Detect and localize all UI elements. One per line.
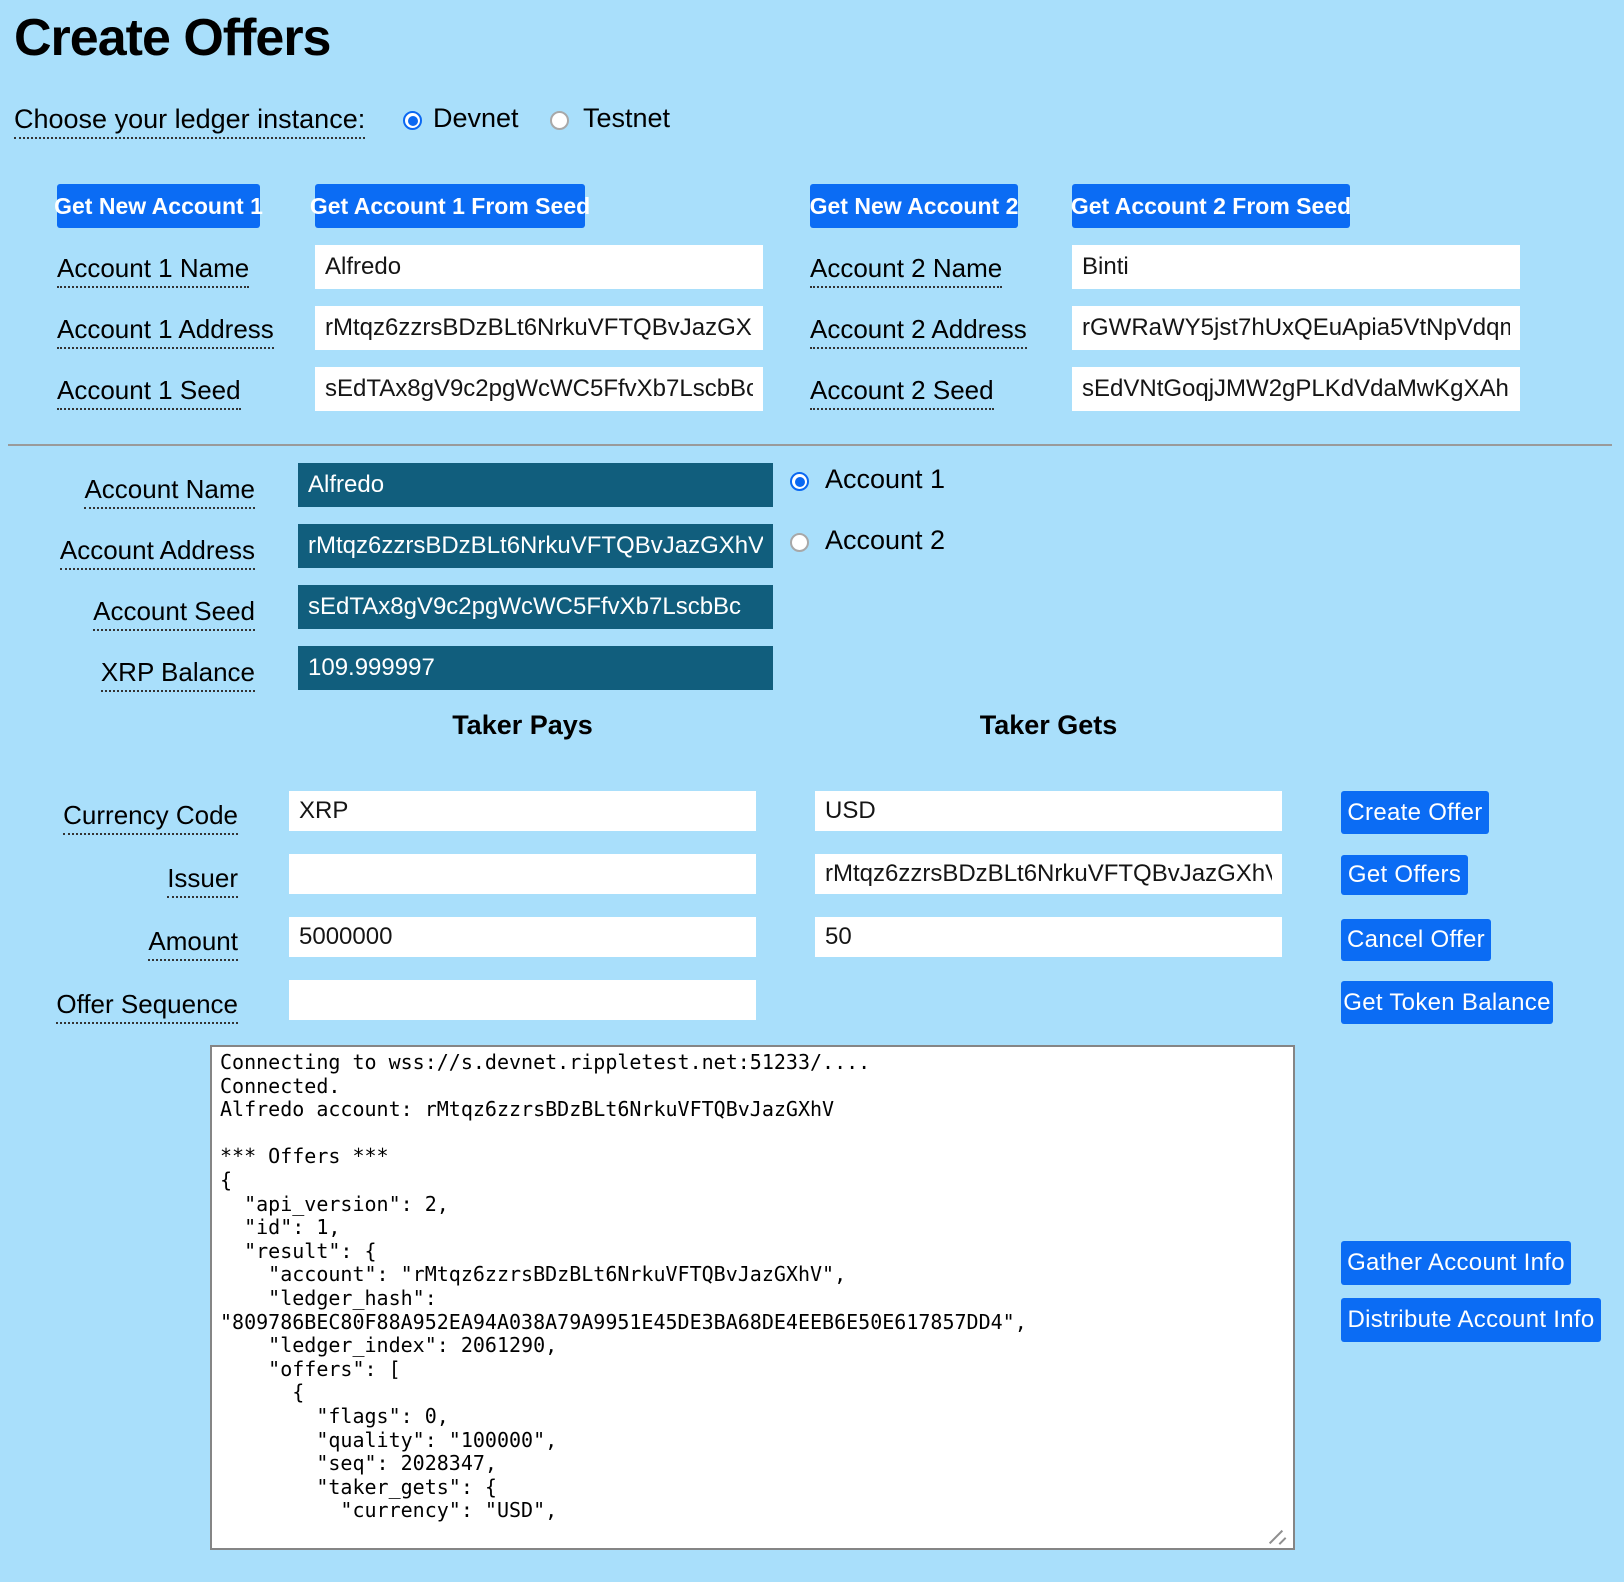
account-name-field[interactable] [298, 463, 773, 507]
taker-gets-issuer-input[interactable] [815, 854, 1282, 894]
account-2-radio[interactable] [790, 533, 809, 552]
distribute-account-info-button[interactable]: Distribute Account Info [1341, 1298, 1601, 1342]
create-offer-button[interactable]: Create Offer [1341, 791, 1489, 834]
get-new-account-2-button[interactable]: Get New Account 2 [810, 184, 1018, 228]
section-divider [8, 444, 1612, 446]
get-new-account-1-button[interactable]: Get New Account 1 [57, 184, 260, 228]
account1-address-label: Account 1 Address [57, 314, 274, 345]
account1-name-input[interactable] [315, 245, 763, 289]
account1-seed-input[interactable] [315, 367, 763, 411]
results-console[interactable]: Connecting to wss://s.devnet.rippletest.… [210, 1045, 1295, 1550]
account2-seed-input[interactable] [1072, 367, 1520, 411]
offer-sequence-label: Offer Sequence [0, 989, 238, 1020]
account2-address-label: Account 2 Address [810, 314, 1027, 345]
account-2-radio-label[interactable]: Account 2 [825, 525, 945, 556]
account2-seed-label: Account 2 Seed [810, 375, 994, 406]
testnet-radio[interactable] [550, 111, 569, 130]
account-seed-label: Account Seed [0, 596, 255, 627]
page-title: Create Offers [14, 8, 330, 68]
taker-pays-currency-input[interactable] [289, 791, 756, 831]
get-token-balance-button[interactable]: Get Token Balance [1341, 981, 1553, 1024]
taker-gets-currency-input[interactable] [815, 791, 1282, 831]
account-address-label: Account Address [0, 535, 255, 566]
issuer-label: Issuer [0, 863, 238, 894]
xrp-balance-label: XRP Balance [0, 657, 255, 688]
account-1-radio[interactable] [790, 472, 809, 491]
taker-pays-amount-input[interactable] [289, 917, 756, 957]
account1-name-label: Account 1 Name [57, 253, 249, 284]
account2-name-label: Account 2 Name [810, 253, 1002, 284]
get-account-2-from-seed-button[interactable]: Get Account 2 From Seed [1072, 184, 1350, 228]
account2-name-input[interactable] [1072, 245, 1520, 289]
account-1-radio-label[interactable]: Account 1 [825, 464, 945, 495]
taker-gets-header: Taker Gets [815, 710, 1282, 741]
devnet-radio-label[interactable]: Devnet [433, 103, 519, 134]
testnet-radio-label[interactable]: Testnet [583, 103, 670, 134]
cancel-offer-button[interactable]: Cancel Offer [1341, 919, 1491, 961]
amount-label: Amount [0, 926, 238, 957]
get-offers-button[interactable]: Get Offers [1341, 855, 1468, 895]
account1-seed-label: Account 1 Seed [57, 375, 241, 406]
taker-pays-header: Taker Pays [289, 710, 756, 741]
taker-pays-issuer-input[interactable] [289, 854, 756, 894]
xrp-balance-field[interactable] [298, 646, 773, 690]
offer-sequence-input[interactable] [289, 980, 756, 1020]
ledger-instance-label: Choose your ledger instance: [14, 104, 365, 135]
account-address-field[interactable] [298, 524, 773, 568]
account1-address-input[interactable] [315, 306, 763, 350]
taker-gets-amount-input[interactable] [815, 917, 1282, 957]
gather-account-info-button[interactable]: Gather Account Info [1341, 1241, 1571, 1285]
get-account-1-from-seed-button[interactable]: Get Account 1 From Seed [315, 184, 585, 228]
account2-address-input[interactable] [1072, 306, 1520, 350]
account-name-label: Account Name [0, 474, 255, 505]
currency-code-label: Currency Code [0, 800, 238, 831]
devnet-radio[interactable] [403, 111, 422, 130]
account-seed-field[interactable] [298, 585, 773, 629]
